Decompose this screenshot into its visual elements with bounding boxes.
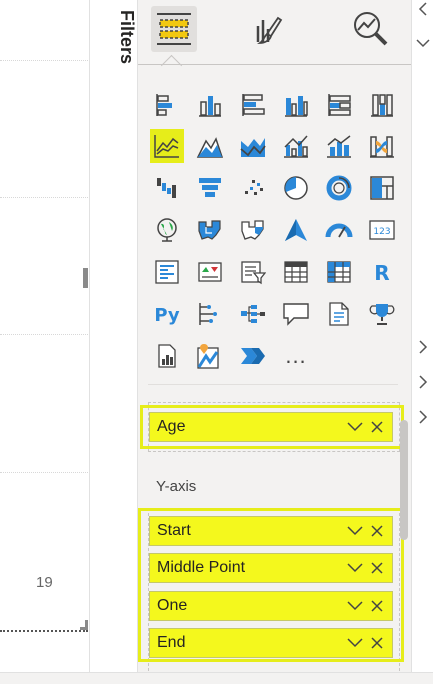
x-axis-field-pill[interactable]: Age xyxy=(149,412,393,442)
chevron-down-icon[interactable] xyxy=(344,601,366,611)
close-icon[interactable] xyxy=(366,600,388,612)
clustered-column-chart-icon[interactable] xyxy=(281,90,311,120)
filled-map-icon[interactable] xyxy=(195,215,225,245)
chevron-down-icon[interactable] xyxy=(416,36,430,50)
field-name: End xyxy=(157,634,186,651)
filters-label: Filters xyxy=(117,10,137,65)
field-name: Start xyxy=(157,522,191,539)
kpi-icon[interactable] xyxy=(195,257,225,287)
clustered-bar-chart-icon[interactable] xyxy=(238,90,268,120)
shape-map-icon[interactable] xyxy=(238,215,268,245)
y-axis-field-pill[interactable]: End xyxy=(149,628,393,658)
gridline xyxy=(0,334,90,335)
chevron-down-icon[interactable] xyxy=(344,638,366,648)
axis-tick-label: 19 xyxy=(36,574,53,591)
r-visual-icon[interactable]: R xyxy=(367,257,397,287)
line-chart-icon[interactable] xyxy=(150,129,184,163)
y-axis-field-pill[interactable]: Start xyxy=(149,516,393,546)
python-visual-icon[interactable]: Py xyxy=(152,299,182,329)
100-stacked-bar-chart-icon[interactable] xyxy=(324,90,354,120)
more-visuals-icon[interactable]: ... xyxy=(281,341,311,371)
azure-map-icon[interactable] xyxy=(281,215,311,245)
map-icon[interactable] xyxy=(152,215,182,245)
ribbon-chart-icon[interactable] xyxy=(367,131,397,161)
y-axis-field-pill[interactable]: One xyxy=(149,591,393,621)
close-icon[interactable] xyxy=(366,562,388,574)
viz-tabs xyxy=(138,0,411,77)
slicer-icon[interactable] xyxy=(238,257,268,287)
close-icon[interactable] xyxy=(366,525,388,537)
decomposition-tree-icon[interactable] xyxy=(238,299,268,329)
smart-narrative-icon[interactable] xyxy=(324,299,354,329)
field-name: Middle Point xyxy=(157,559,246,576)
card-icon[interactable]: 123 xyxy=(367,215,397,245)
stacked-bar-chart-icon[interactable] xyxy=(152,90,182,120)
build-visual-icon xyxy=(157,13,191,45)
fields-pane-collapsed[interactable] xyxy=(411,0,433,683)
close-icon[interactable] xyxy=(366,421,388,433)
gridline xyxy=(0,60,90,61)
active-tab-pointer xyxy=(160,54,183,77)
report-canvas[interactable]: 19 xyxy=(0,0,90,683)
y-axis-well-label: Y-axis xyxy=(156,478,197,495)
chevron-down-icon[interactable] xyxy=(344,526,366,536)
magnifier-chart-icon xyxy=(354,12,388,46)
qa-icon[interactable] xyxy=(281,299,311,329)
chevron-down-icon[interactable] xyxy=(344,422,366,432)
multi-row-card-icon[interactable] xyxy=(152,257,182,287)
svg-text:123: 123 xyxy=(373,227,390,237)
status-bar xyxy=(0,672,433,684)
trophy-goals-icon[interactable] xyxy=(367,299,397,329)
analytics-tab[interactable] xyxy=(348,6,394,52)
stacked-area-chart-icon[interactable] xyxy=(238,131,268,161)
pie-chart-icon[interactable] xyxy=(281,173,311,203)
line-clustered-column-chart-icon[interactable] xyxy=(281,131,311,161)
gridline xyxy=(0,197,90,198)
arcgis-map-icon[interactable] xyxy=(195,341,225,371)
line-stacked-column-chart-icon[interactable] xyxy=(324,131,354,161)
more-visuals-label: ... xyxy=(285,343,307,368)
gallery-divider xyxy=(148,384,398,385)
100-stacked-column-chart-icon[interactable] xyxy=(367,90,397,120)
funnel-chart-icon[interactable] xyxy=(195,173,225,203)
chevron-right-icon[interactable] xyxy=(416,410,430,424)
resize-handle[interactable] xyxy=(83,268,88,288)
paint-brush-icon xyxy=(256,16,283,44)
resize-corner-handle[interactable] xyxy=(80,620,88,630)
table-icon[interactable] xyxy=(281,257,311,287)
power-automate-icon[interactable] xyxy=(238,341,268,371)
field-name: Age xyxy=(157,418,186,435)
svg-text:Py: Py xyxy=(154,305,180,326)
treemap-icon[interactable] xyxy=(367,173,397,203)
tab-divider xyxy=(138,64,411,65)
key-influencers-icon[interactable] xyxy=(195,299,225,329)
close-icon[interactable] xyxy=(366,637,388,649)
donut-chart-icon[interactable] xyxy=(324,173,354,203)
field-name: One xyxy=(157,597,188,614)
chart-baseline xyxy=(0,630,88,632)
build-visual-tab[interactable] xyxy=(151,6,197,52)
waterfall-chart-icon[interactable] xyxy=(152,173,182,203)
gauge-icon[interactable] xyxy=(324,215,354,245)
format-visual-tab[interactable] xyxy=(245,6,291,52)
y-axis-field-pill[interactable]: Middle Point xyxy=(149,553,393,583)
filters-pane-collapsed[interactable]: Filters xyxy=(89,0,138,683)
panel-scrollbar[interactable] xyxy=(400,420,408,540)
visualizations-pane: 123 R Py ... Age Y-axis Start Middle Poi… xyxy=(138,0,411,683)
svg-text:R: R xyxy=(374,261,389,285)
gridline xyxy=(0,472,90,473)
chevron-right-icon[interactable] xyxy=(416,375,430,389)
scatter-chart-icon[interactable] xyxy=(238,173,268,203)
chevron-down-icon[interactable] xyxy=(344,563,366,573)
matrix-icon[interactable] xyxy=(324,257,354,287)
area-chart-icon[interactable] xyxy=(195,131,225,161)
paginated-report-icon[interactable] xyxy=(152,341,182,371)
stacked-column-chart-icon[interactable] xyxy=(195,90,225,120)
chevron-left-icon[interactable] xyxy=(416,2,430,16)
chevron-right-icon[interactable] xyxy=(416,340,430,354)
